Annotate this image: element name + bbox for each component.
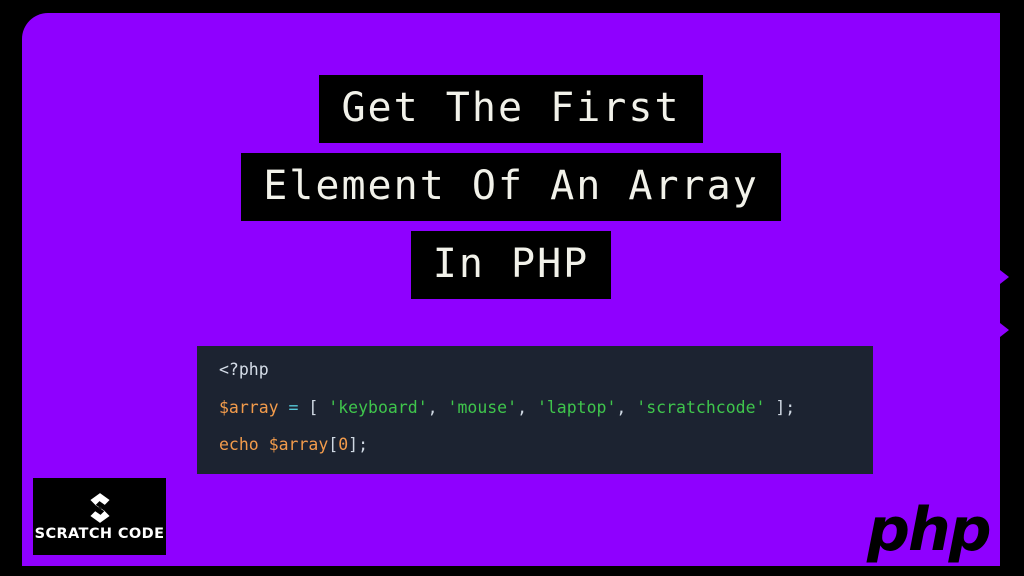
code-token-var: $array xyxy=(219,397,279,417)
scratchcode-logo: SCRATCH CODE xyxy=(33,478,166,555)
php-wordmark: php xyxy=(867,495,992,565)
scratchcode-wordmark: SCRATCH CODE xyxy=(34,526,165,543)
code-token-punc xyxy=(438,398,448,417)
php-code-block: <?php $array = [ 'keyboard', 'mouse', 'la… xyxy=(197,346,873,474)
code-token-punc xyxy=(279,398,289,417)
code-token-punc xyxy=(318,398,328,417)
slide-canvas: Get The First Element Of An Array In PHP… xyxy=(0,0,1024,576)
title-line-3: In PHP xyxy=(410,231,612,299)
code-line: $array = [ 'keyboard', 'mouse', 'laptop'… xyxy=(219,397,851,417)
code-line: echo $array[0]; xyxy=(219,435,851,454)
code-token-punc xyxy=(259,435,269,454)
code-token-punc: ]; xyxy=(348,435,369,454)
code-token-punc: [ xyxy=(308,397,319,417)
code-token-punc: , xyxy=(427,397,438,417)
code-token-punc xyxy=(527,398,537,417)
code-token-tag: <?php xyxy=(219,360,269,379)
code-token-punc: , xyxy=(616,397,627,417)
code-token-punc xyxy=(765,398,775,417)
slide-body: Get The First Element Of An Array In PHP… xyxy=(22,13,1009,566)
code-token-num: 0 xyxy=(338,435,349,454)
code-token-str: 'keyboard' xyxy=(328,397,428,417)
code-token-str: 'scratchcode' xyxy=(636,397,766,417)
code-token-punc xyxy=(298,398,308,417)
title-line-1: Get The First xyxy=(319,75,703,143)
code-token-punc: , xyxy=(517,397,527,417)
code-line: <?php xyxy=(219,360,851,379)
code-token-punc: ]; xyxy=(775,397,796,417)
code-token-str: 'laptop' xyxy=(536,397,617,417)
title-block: Get The First Element Of An Array In PHP xyxy=(22,75,1000,309)
scratchcode-s-mark-icon xyxy=(89,493,110,524)
code-token-punc xyxy=(626,398,636,417)
code-token-kw: echo xyxy=(219,435,259,454)
code-token-op: = xyxy=(288,397,299,417)
code-token-var: $array xyxy=(268,435,329,454)
right-edge-notch-bottom xyxy=(1000,323,1009,337)
right-edge-notch-top xyxy=(1000,270,1009,284)
title-line-2: Element Of An Array xyxy=(241,153,781,221)
code-token-punc: [ xyxy=(328,435,339,454)
code-token-str: 'mouse' xyxy=(447,397,518,417)
